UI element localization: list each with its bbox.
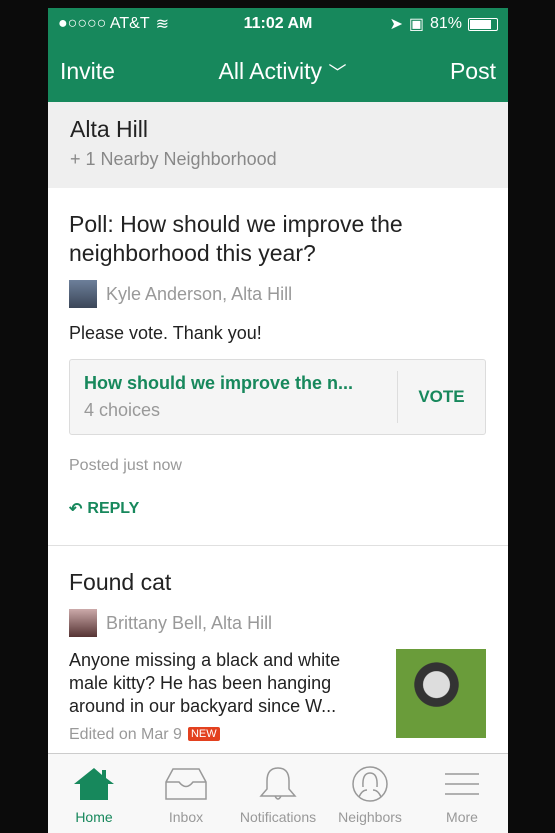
vote-button[interactable]: VOTE [397, 371, 485, 423]
new-badge: NEW [187, 727, 220, 741]
avatar[interactable] [69, 280, 97, 308]
app-screen: ●○○○○ AT&T ≋ 11:02 AM ➤ ▣ 81% Invite All A… [48, 8, 508, 833]
post-title: Poll: How should we improve the neighbor… [69, 211, 403, 266]
tab-label: Home [75, 809, 113, 825]
cat-photo[interactable] [396, 649, 486, 738]
nav-bar: Invite All Activity ﹀ Post [48, 40, 508, 102]
poll-card[interactable]: How should we improve the n... 4 choices … [69, 359, 486, 435]
neighborhood-name: Alta Hill [70, 116, 148, 142]
reply-label: REPLY [87, 500, 140, 517]
nav-title: All Activity [218, 57, 323, 84]
tab-inbox[interactable]: Inbox [140, 754, 232, 833]
neighborhood-header[interactable]: Alta Hill + 1 Nearby Neighborhood [48, 102, 508, 188]
home-icon [74, 768, 114, 800]
chevron-down-icon: ﹀ [328, 62, 347, 83]
tab-label: Neighbors [338, 809, 402, 825]
tab-bar: Home Inbox Notifications Neighbors More [48, 753, 508, 833]
found-cat-post[interactable]: Found cat Brittany Bell, Alta Hill Anyon… [48, 546, 508, 744]
nearby-neighborhoods: + 1 Nearby Neighborhood [70, 149, 277, 169]
person-icon [352, 766, 388, 802]
tab-label: Inbox [168, 809, 204, 825]
post-author[interactable]: Kyle Anderson, Alta Hill [106, 284, 292, 305]
post-author[interactable]: Brittany Bell, Alta Hill [106, 613, 272, 634]
reply-button[interactable]: ↶ REPLY [69, 499, 486, 519]
poll-post[interactable]: Poll: How should we improve the neighbor… [48, 188, 508, 546]
menu-icon [445, 773, 479, 795]
inbox-icon [165, 768, 207, 800]
tab-label: More [446, 809, 478, 825]
post-body: Please vote. Thank you! [69, 323, 262, 343]
post-title: Found cat [69, 569, 172, 595]
invite-button[interactable]: Invite [60, 58, 115, 85]
tab-label: Notifications [239, 809, 317, 825]
tab-neighbors[interactable]: Neighbors [324, 754, 416, 833]
bell-icon [259, 767, 297, 800]
avatar[interactable] [69, 609, 97, 637]
poll-choices: 4 choices [84, 400, 161, 420]
reply-icon: ↶ [69, 501, 83, 518]
activity-filter-dropdown[interactable]: All Activity ﹀ [219, 58, 347, 85]
post-body: Anyone missing a black and white male ki… [69, 650, 341, 716]
tab-notifications[interactable]: Notifications [232, 754, 324, 833]
post-timestamp: Posted just now [69, 457, 182, 474]
tab-more[interactable]: More [416, 754, 508, 833]
clock: 11:02 AM [243, 15, 313, 32]
poll-question: How should we improve the n... [84, 373, 354, 393]
tab-home[interactable]: Home [48, 754, 140, 833]
post-timestamp: Edited on Mar 9 [69, 726, 182, 743]
status-bar: ●○○○○ AT&T ≋ 11:02 AM ➤ ▣ 81% [48, 8, 508, 40]
post-button[interactable]: Post [450, 58, 496, 85]
